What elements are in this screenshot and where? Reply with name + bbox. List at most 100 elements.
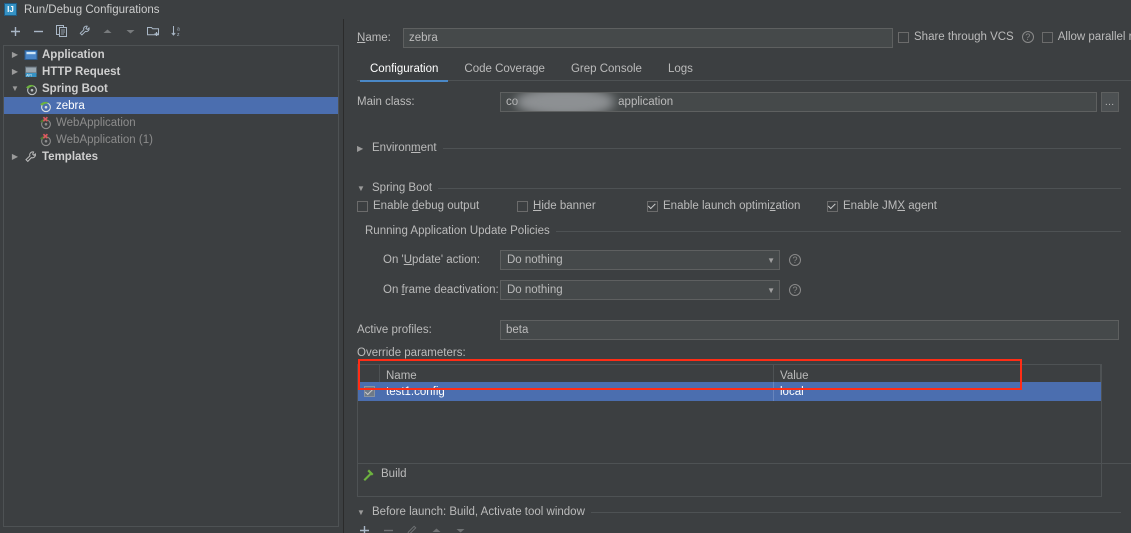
before-launch-task-label: Build xyxy=(381,468,407,480)
checkbox-box[interactable] xyxy=(517,200,528,212)
tree-item-zebra[interactable]: zebra xyxy=(4,97,338,114)
tab-logs[interactable]: Logs xyxy=(655,57,706,81)
tree-item-spring-boot[interactable]: ▼ Spring Boot xyxy=(4,80,338,97)
on-frame-deactivation-combo[interactable]: Do nothing ▼ xyxy=(500,280,780,300)
spring-boot-section-label: Spring Boot xyxy=(372,182,433,194)
tab-grep-console[interactable]: Grep Console xyxy=(558,57,655,81)
remove-configuration-button[interactable] xyxy=(31,24,46,39)
on-frame-deactivation-label: On frame deactivation: xyxy=(383,284,499,296)
tree-item-label: Templates xyxy=(42,150,99,163)
tab-configuration[interactable]: Configuration xyxy=(357,57,451,82)
checkbox-box[interactable] xyxy=(363,386,375,397)
move-down-button[interactable] xyxy=(123,24,138,39)
tree-item-http-request[interactable]: ▶ API HTTP Request xyxy=(4,63,338,80)
collapse-arrow-icon[interactable]: ▼ xyxy=(357,508,366,517)
checkbox-box[interactable] xyxy=(357,200,368,212)
svg-text:z: z xyxy=(177,32,180,37)
active-profiles-label: Active profiles: xyxy=(357,324,432,336)
svg-text:API: API xyxy=(26,73,32,77)
hide-banner-label: Hide banner xyxy=(533,200,596,212)
enable-debug-output-checkbox[interactable]: Enable debug output xyxy=(357,200,517,212)
before-launch-section-header[interactable]: ▼ Before launch: Build, Activate tool wi… xyxy=(357,506,1121,518)
vcs-options-row: Share through VCS ? Allow parallel r xyxy=(898,31,1131,43)
checkbox-box[interactable] xyxy=(898,31,909,43)
move-up-button[interactable] xyxy=(100,24,115,39)
on-update-action-help-icon[interactable]: ? xyxy=(789,254,801,266)
before-launch-toolbar xyxy=(357,523,467,533)
on-update-action-value: Do nothing xyxy=(507,254,563,266)
row-parameter-name[interactable]: test1.config xyxy=(380,382,774,401)
row-parameter-value[interactable]: local xyxy=(774,382,1101,401)
main-class-row: Main class: co application … xyxy=(357,92,1119,112)
editor-tabs: Configuration Code Coverage Grep Console… xyxy=(357,57,1131,82)
chevron-down-icon[interactable]: ▼ xyxy=(767,256,775,265)
checkbox-box[interactable] xyxy=(1041,31,1053,43)
blur-overlay xyxy=(515,93,615,111)
table-row[interactable]: test1.config local xyxy=(358,382,1101,401)
share-vcs-help-icon[interactable]: ? xyxy=(1021,31,1034,43)
main-class-value-suffix: application xyxy=(618,96,674,108)
before-launch-label: Before launch: Build, Activate tool wind… xyxy=(372,506,585,518)
on-frame-deactivation-value: Do nothing xyxy=(507,284,563,296)
spring-boot-section-header[interactable]: ▼ Spring Boot xyxy=(357,182,1121,194)
tree-toolbar: a z xyxy=(0,19,343,43)
spring-boot-icon xyxy=(38,99,52,113)
environment-section-header[interactable]: ▶ Environment xyxy=(357,142,1121,154)
expand-arrow-icon[interactable]: ▶ xyxy=(357,144,366,153)
on-frame-deactivation-help-icon[interactable]: ? xyxy=(789,284,801,296)
edit-templates-wrench-icon[interactable] xyxy=(77,24,92,39)
main-class-input[interactable]: co application xyxy=(500,92,1097,112)
tree-item-templates[interactable]: ▶ Templates xyxy=(4,148,338,165)
expand-arrow-icon[interactable]: ▶ xyxy=(10,152,20,162)
share-through-vcs-checkbox[interactable]: Share through VCS xyxy=(898,31,1014,43)
move-task-down-button[interactable] xyxy=(453,523,467,533)
spring-boot-invalid-icon xyxy=(38,133,52,147)
edit-task-pencil-icon[interactable] xyxy=(405,523,419,533)
enable-jmx-agent-label: Enable JMX agent xyxy=(843,200,937,212)
enable-launch-optimization-checkbox[interactable]: Enable launch optimization xyxy=(647,200,827,212)
sort-configurations-button[interactable]: a z xyxy=(169,24,184,39)
name-row: Name: zebra xyxy=(357,28,893,48)
tree-item-webapplication-1[interactable]: WebApplication (1) xyxy=(4,131,338,148)
enable-launch-optimization-label: Enable launch optimization xyxy=(663,200,801,212)
checkbox-box[interactable] xyxy=(827,200,838,212)
tree-item-webapplication[interactable]: WebApplication xyxy=(4,114,338,131)
browse-main-class-button[interactable]: … xyxy=(1101,92,1119,112)
spring-boot-checkbox-row: Enable debug output Hide banner Enable l… xyxy=(357,200,957,212)
table-header-name[interactable]: Name xyxy=(380,365,774,382)
tree-item-label: HTTP Request xyxy=(42,65,121,78)
active-profiles-input[interactable]: beta xyxy=(500,320,1119,340)
allow-parallel-run-label: Allow parallel r xyxy=(1057,31,1131,43)
table-header-value[interactable]: Value xyxy=(774,365,1101,382)
add-configuration-button[interactable] xyxy=(8,24,23,39)
on-update-action-combo[interactable]: Do nothing ▼ xyxy=(500,250,780,270)
row-enabled-checkbox[interactable] xyxy=(358,386,380,397)
copy-configuration-button[interactable] xyxy=(54,24,69,39)
tree-item-label: zebra xyxy=(56,99,85,112)
new-folder-button[interactable] xyxy=(146,24,161,39)
name-label: Name: xyxy=(357,32,391,44)
add-task-button[interactable] xyxy=(357,523,371,533)
chevron-down-icon[interactable]: ▼ xyxy=(767,286,775,295)
spring-boot-icon xyxy=(24,82,38,96)
update-policies-section-header: Running Application Update Policies xyxy=(365,225,1121,237)
configurations-tree[interactable]: ▶ Application ▶ API HTTP Request ▼ Sprin… xyxy=(3,45,339,527)
dialog-title: Run/Debug Configurations xyxy=(24,3,160,16)
collapse-arrow-icon[interactable]: ▼ xyxy=(10,84,20,94)
remove-task-button[interactable] xyxy=(381,523,395,533)
move-task-up-button[interactable] xyxy=(429,523,443,533)
tree-item-application[interactable]: ▶ Application xyxy=(4,46,338,63)
tab-code-coverage[interactable]: Code Coverage xyxy=(451,57,558,81)
main-class-label: Main class: xyxy=(357,96,415,108)
checkbox-box[interactable] xyxy=(647,200,658,212)
enable-jmx-agent-checkbox[interactable]: Enable JMX agent xyxy=(827,200,937,212)
tree-item-label: Application xyxy=(42,48,105,61)
allow-parallel-run-checkbox[interactable]: Allow parallel r xyxy=(1041,31,1131,43)
expand-arrow-icon[interactable]: ▶ xyxy=(10,50,20,60)
active-profiles-row: Active profiles: beta xyxy=(357,320,1119,340)
name-input[interactable]: zebra xyxy=(403,28,893,48)
collapse-arrow-icon[interactable]: ▼ xyxy=(357,184,366,193)
before-launch-task-list[interactable]: Build xyxy=(357,463,1131,481)
expand-arrow-icon[interactable]: ▶ xyxy=(10,67,20,77)
hide-banner-checkbox[interactable]: Hide banner xyxy=(517,200,647,212)
